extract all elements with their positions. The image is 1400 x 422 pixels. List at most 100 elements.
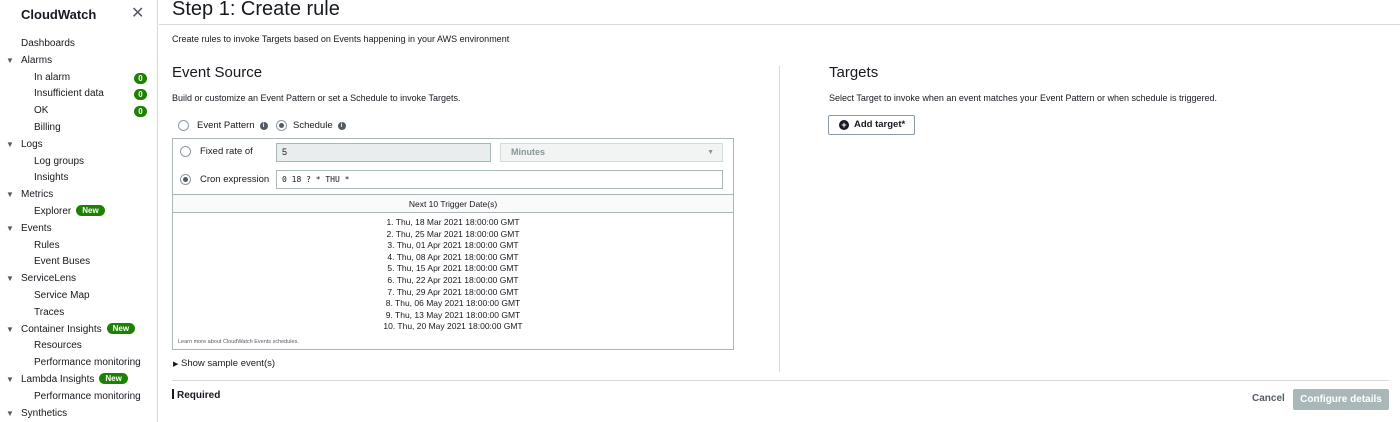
caret-down-icon[interactable]: ▼	[6, 53, 14, 70]
new-badge: New	[99, 372, 128, 384]
trigger-date-item: 3. Thu, 01 Apr 2021 18:00:00 GMT	[387, 240, 519, 251]
sidebar-item-label: Resources	[34, 340, 82, 352]
sidebar-item-performance-monitoring[interactable]: Performance monitoring	[0, 389, 158, 406]
trigger-date-item: 10. Thu, 20 May 2021 18:00:00 GMT	[383, 321, 523, 332]
required-label: Required	[177, 390, 221, 401]
cancel-button[interactable]: Cancel	[1252, 393, 1285, 404]
sidebar-item-label: Events	[21, 222, 52, 234]
sidebar-item-label: Logs	[21, 138, 43, 150]
schedule-option[interactable]: Schedule i	[276, 120, 346, 131]
event-pattern-option[interactable]: Event Pattern i	[178, 120, 268, 131]
add-target-button[interactable]: + Add target*	[828, 115, 915, 135]
trigger-date-item: 1. Thu, 18 Mar 2021 18:00:00 GMT	[386, 217, 520, 227]
sidebar-item-label: Container Insights	[21, 323, 102, 335]
count-badge: 0	[134, 89, 147, 101]
main-content: Step 1: Create rule Create rules to invo…	[159, 0, 1400, 422]
fixed-rate-option[interactable]: Fixed rate of	[180, 146, 253, 157]
caret-down-icon[interactable]: ▼	[6, 271, 14, 288]
sidebar-item-label: Explorer	[34, 205, 72, 217]
sidebar-item-insights[interactable]: Insights	[0, 170, 158, 187]
count-badge: 0	[134, 106, 147, 118]
sidebar-item-insufficient-data[interactable]: Insufficient data 0	[0, 86, 158, 103]
sidebar-item-metrics[interactable]: ▼ Metrics	[0, 187, 158, 204]
required-indicator	[172, 389, 174, 399]
event-source-description: Build or customize an Event Pattern or s…	[172, 93, 461, 103]
caret-down-icon[interactable]: ▼	[6, 221, 14, 238]
new-badge: New	[76, 204, 105, 216]
sidebar-item-event-buses[interactable]: Event Buses	[0, 254, 158, 271]
sidebar-item-service-map[interactable]: Service Map	[0, 288, 158, 305]
sidebar-item-label: Lambda Insights	[21, 373, 95, 385]
page-intro: Create rules to invoke Targets based on …	[172, 34, 510, 44]
show-sample-events-toggle[interactable]: ▶ Show sample event(s)	[173, 358, 275, 369]
sidebar-item-label: Event Buses	[34, 256, 91, 268]
info-icon[interactable]: i	[259, 121, 268, 130]
count-badge: 0	[134, 72, 147, 84]
sidebar-item-logs[interactable]: ▼ Logs	[0, 137, 158, 154]
sidebar-item-container-insights[interactable]: ▼ Container Insights New	[0, 322, 158, 339]
trigger-date-item: 6. Thu, 22 Apr 2021 18:00:00 GMT	[387, 274, 519, 285]
sidebar-item-servicelens[interactable]: ▼ ServiceLens	[0, 271, 158, 288]
title-divider	[159, 24, 1400, 25]
sidebar-item-log-groups[interactable]: Log groups	[0, 154, 158, 171]
trigger-date-item: 2. Thu, 25 Mar 2021 18:00:00 GMT	[386, 228, 520, 239]
sidebar-item-label: Dashboards	[21, 38, 75, 49]
caret-down-icon[interactable]: ▼	[6, 372, 14, 389]
caret-down-icon[interactable]: ▼	[6, 322, 14, 339]
cron-option[interactable]: Cron expression	[180, 174, 269, 185]
sidebar-item-lambda-insights[interactable]: ▼ Lambda Insights New	[0, 372, 158, 389]
sidebar-item-resources[interactable]: Resources	[0, 338, 158, 355]
caret-down-icon[interactable]: ▼	[6, 137, 14, 154]
rate-unit-value: Minutes	[511, 147, 546, 157]
configure-details-button[interactable]: Configure details	[1293, 389, 1389, 410]
trigger-dates-header: Next 10 Trigger Date(s)	[173, 194, 733, 213]
sidebar-item-label: In alarm	[34, 71, 71, 83]
trigger-date-item: 4. Thu, 08 Apr 2021 18:00:00 GMT	[387, 251, 519, 262]
schedule-panel: Fixed rate of 5 Minutes ▼ Cron expressio…	[172, 138, 734, 350]
fixed-rate-input[interactable]: 5	[276, 143, 491, 162]
footer-divider	[172, 380, 1389, 381]
sidebar-item-label: Synthetics	[21, 407, 68, 419]
sidebar-list: Dashboards ▼ Alarms In alarm 0 Insufficient d…	[0, 36, 158, 422]
sidebar-item-performance-monitoring[interactable]: Performance monitoring	[0, 355, 158, 372]
new-badge: New	[106, 322, 136, 334]
sidebar-item-alarms[interactable]: ▼ Alarms	[0, 53, 158, 70]
caret-down-icon[interactable]: ▼	[6, 406, 14, 422]
info-icon[interactable]: i	[337, 121, 346, 130]
chevron-down-icon: ▼	[707, 149, 714, 156]
schedule-radio[interactable]	[276, 120, 287, 131]
sidebar-item-events[interactable]: ▼ Events	[0, 221, 158, 238]
sidebar-item-label: Traces	[34, 306, 65, 318]
sidebar-item-synthetics[interactable]: ▼ Synthetics	[0, 406, 158, 422]
sidebar-item-label: OK	[34, 105, 49, 117]
event-source-title: Event Source	[172, 64, 263, 81]
rate-unit-select[interactable]: Minutes ▼	[500, 143, 723, 162]
close-icon[interactable]: ✕	[131, 3, 144, 23]
required-note: Required	[172, 389, 220, 401]
add-target-label: Add target*	[854, 119, 906, 130]
sidebar-item-label: Rules	[34, 239, 60, 251]
sidebar-item-label: Performance monitoring	[34, 357, 141, 369]
caret-right-icon: ▶	[173, 361, 179, 368]
page-title: Step 1: Create rule	[172, 0, 340, 20]
cron-radio[interactable]	[180, 174, 191, 185]
sidebar-item-explorer[interactable]: Explorer New	[0, 204, 158, 221]
section-divider	[779, 66, 780, 372]
sidebar-title[interactable]: CloudWatch	[21, 7, 96, 22]
sidebar-item-billing[interactable]: Billing	[0, 120, 158, 137]
sidebar-item-in-alarm[interactable]: In alarm 0	[0, 70, 158, 87]
sidebar-item-rules[interactable]: Rules	[0, 238, 158, 255]
trigger-date-item: 7. Thu, 29 Apr 2021 18:00:00 GMT	[387, 286, 519, 297]
cron-expression-input[interactable]: 0 18 ? * THU *	[276, 170, 723, 189]
trigger-date-item: 5. Thu, 15 Apr 2021 18:00:00 GMT	[387, 263, 519, 274]
sidebar-item-label: Metrics	[21, 189, 54, 201]
sidebar-item-traces[interactable]: Traces	[0, 305, 158, 322]
cron-label: Cron expression	[200, 174, 270, 185]
event-pattern-radio[interactable]	[178, 120, 189, 131]
sidebar-item-dashboards[interactable]: Dashboards	[0, 36, 158, 53]
targets-description: Select Target to invoke when an event ma…	[829, 93, 1218, 103]
fixed-rate-radio[interactable]	[180, 146, 191, 157]
learn-more-link[interactable]: Learn more about CloudWatch Events sched…	[178, 339, 299, 345]
caret-down-icon[interactable]: ▼	[6, 187, 14, 204]
sidebar-item-ok[interactable]: OK 0	[0, 103, 158, 120]
